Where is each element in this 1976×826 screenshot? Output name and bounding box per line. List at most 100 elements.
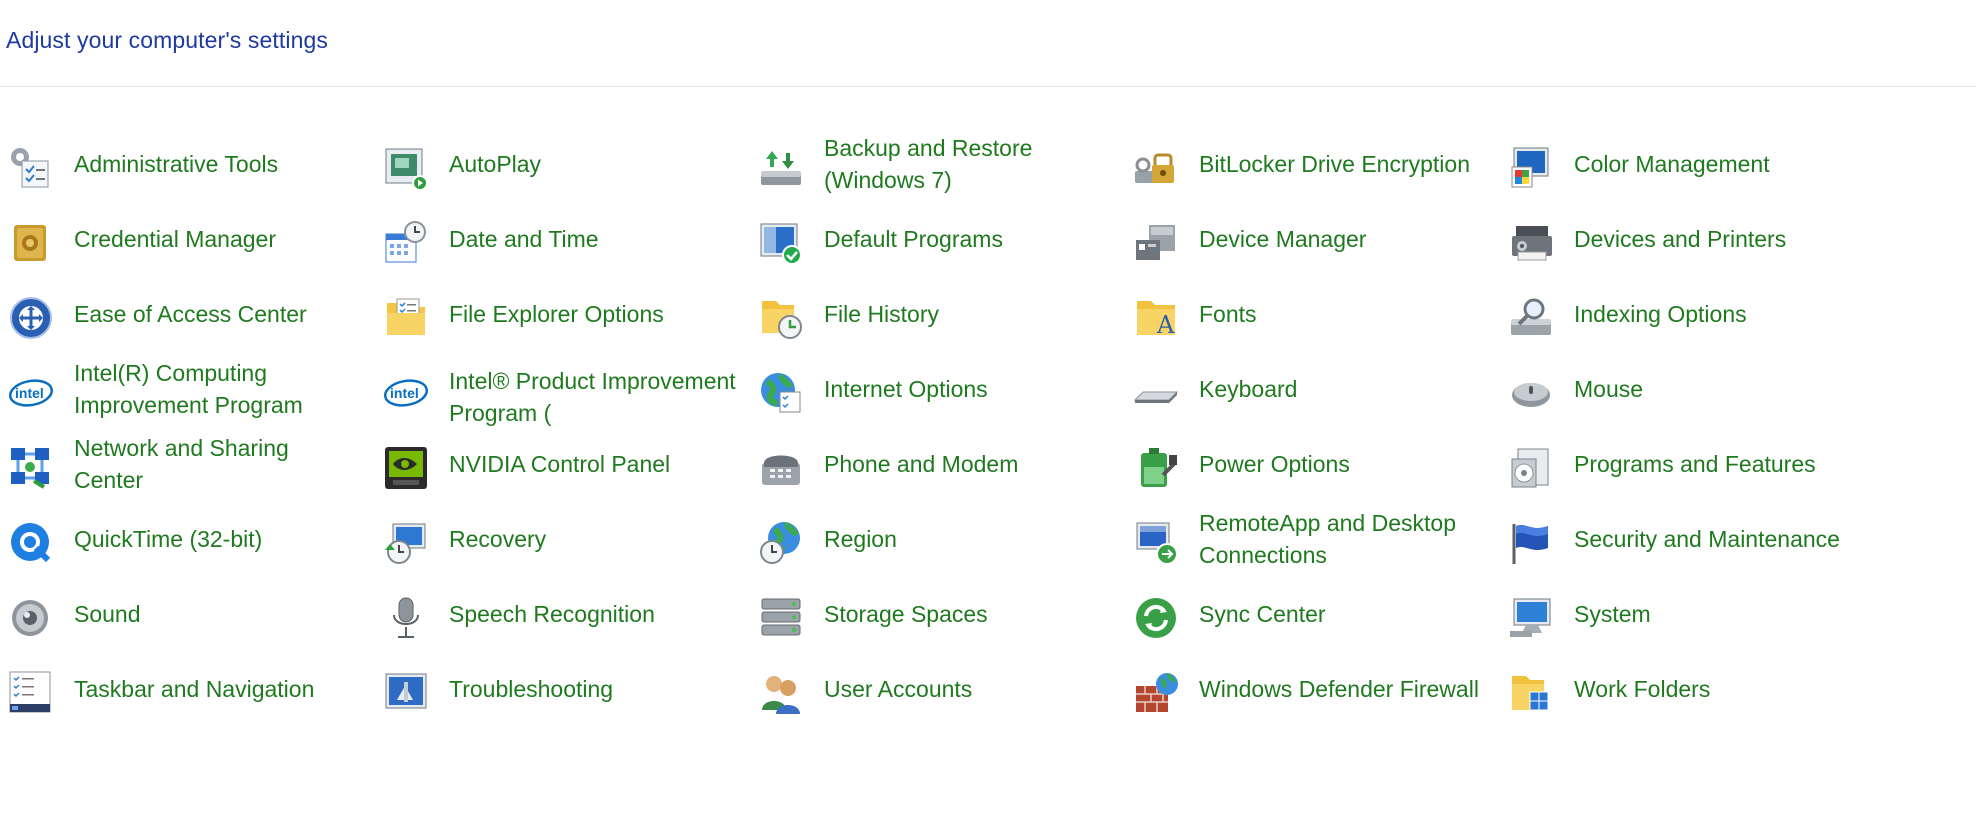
control-panel-item-security-and-maintenance[interactable]: Security and Maintenance	[1500, 501, 1860, 573]
control-panel-item-color-management[interactable]: Color Management	[1500, 126, 1860, 198]
control-panel-item-work-folders[interactable]: Work Folders	[1500, 651, 1860, 723]
intel-icon: intel	[381, 368, 431, 418]
control-panel-item-windows-defender-firewall[interactable]: Windows Defender Firewall	[1125, 651, 1485, 723]
control-panel-item-network-and-sharing-center[interactable]: Network and Sharing Center	[0, 426, 360, 498]
control-panel-item-device-manager[interactable]: Device Manager	[1125, 201, 1485, 273]
region-icon	[756, 518, 806, 568]
control-panel-item-label[interactable]: Administrative Tools	[74, 126, 364, 201]
control-panel-item-label[interactable]: Network and Sharing Center	[74, 426, 364, 501]
control-panel-item-taskbar-and-navigation[interactable]: Taskbar and Navigation	[0, 651, 360, 723]
control-panel-item-storage-spaces[interactable]: Storage Spaces	[750, 576, 1110, 648]
control-panel-item-label[interactable]: Credential Manager	[74, 201, 364, 276]
control-panel-item-phone-and-modem[interactable]: Phone and Modem	[750, 426, 1110, 498]
mouse-icon	[1506, 368, 1556, 418]
control-panel-item-label[interactable]: AutoPlay	[449, 126, 739, 201]
control-panel-item-file-history[interactable]: File History	[750, 276, 1110, 348]
control-panel-item-label[interactable]: Work Folders	[1574, 651, 1864, 726]
control-panel-item-label[interactable]: Taskbar and Navigation	[74, 651, 364, 726]
fonts-icon: A	[1131, 293, 1181, 343]
credential-manager-icon	[6, 218, 56, 268]
page-title: Adjust your computer's settings	[6, 27, 328, 53]
control-panel-item-mouse[interactable]: Mouse	[1500, 351, 1860, 423]
control-panel-item-label[interactable]: Sync Center	[1199, 576, 1489, 651]
control-panel-item-recovery[interactable]: Recovery	[375, 501, 735, 573]
control-panel-item-autoplay[interactable]: AutoPlay	[375, 126, 735, 198]
control-panel-item-label[interactable]: Programs and Features	[1574, 426, 1864, 501]
remoteapp-icon	[1131, 518, 1181, 568]
control-panel-item-quicktime-32-bit[interactable]: QuickTime (32-bit)	[0, 501, 360, 573]
control-panel-item-programs-and-features[interactable]: Programs and Features	[1500, 426, 1860, 498]
taskbar-navigation-icon	[6, 668, 56, 718]
date-time-icon	[381, 218, 431, 268]
control-panel-item-label[interactable]: Fonts	[1199, 276, 1489, 351]
control-panel-item-label[interactable]: Mouse	[1574, 351, 1864, 426]
control-panel-item-label[interactable]: Devices and Printers	[1574, 201, 1864, 276]
control-panel-item-label[interactable]: Color Management	[1574, 126, 1864, 201]
control-panel-item-label[interactable]: BitLocker Drive Encryption	[1199, 126, 1489, 201]
control-panel-item-label[interactable]: Internet Options	[824, 351, 1114, 426]
control-panel-item-intel-product-improvement-program[interactable]: intel Intel® Product Improvement Program …	[375, 351, 736, 426]
control-panel-item-label[interactable]: Indexing Options	[1574, 276, 1864, 351]
control-panel-item-label[interactable]: NVIDIA Control Panel	[449, 426, 739, 501]
control-panel-item-sync-center[interactable]: Sync Center	[1125, 576, 1485, 648]
control-panel-item-date-and-time[interactable]: Date and Time	[375, 201, 735, 273]
page-header: Adjust your computer's settings	[0, 0, 1976, 87]
control-panel-item-credential-manager[interactable]: Credential Manager	[0, 201, 360, 273]
indexing-options-icon	[1506, 293, 1556, 343]
control-panel-item-region[interactable]: Region	[750, 501, 1110, 573]
control-panel-item-label[interactable]: Power Options	[1199, 426, 1489, 501]
control-panel-item-label[interactable]: File Explorer Options	[449, 276, 739, 351]
control-panel-item-administrative-tools[interactable]: Administrative Tools	[0, 126, 360, 198]
control-panel-item-keyboard[interactable]: Keyboard	[1125, 351, 1485, 423]
control-panel-item-label[interactable]: Intel(R) Computing Improvement Program	[74, 351, 364, 426]
control-panel-item-label[interactable]: Backup and Restore (Windows 7)	[824, 126, 1114, 201]
control-panel-item-label[interactable]: Ease of Access Center	[74, 276, 364, 351]
control-panel-item-power-options[interactable]: Power Options	[1125, 426, 1485, 498]
control-panel-item-label[interactable]: Intel® Product Improvement Program (	[449, 351, 739, 426]
control-panel-item-devices-and-printers[interactable]: Devices and Printers	[1500, 201, 1860, 273]
control-panel-item-label[interactable]: QuickTime (32-bit)	[74, 501, 364, 576]
firewall-icon	[1131, 668, 1181, 718]
control-panel-item-label[interactable]: Date and Time	[449, 201, 739, 276]
control-panel-item-nvidia-control-panel[interactable]: NVIDIA Control Panel	[375, 426, 735, 498]
control-panel-item-remoteapp-and-desktop-connections[interactable]: RemoteApp and Desktop Connections	[1125, 501, 1485, 573]
file-explorer-options-icon	[381, 293, 431, 343]
control-panel-item-backup-and-restore-windows-7[interactable]: Backup and Restore (Windows 7)	[750, 126, 1110, 198]
control-panel-item-system[interactable]: System	[1500, 576, 1860, 648]
sync-center-icon	[1131, 593, 1181, 643]
control-panel-item-file-explorer-options[interactable]: File Explorer Options	[375, 276, 735, 348]
control-panel-item-label[interactable]: Sound	[74, 576, 364, 651]
user-accounts-icon	[756, 668, 806, 718]
control-panel-item-label[interactable]: Storage Spaces	[824, 576, 1114, 651]
control-panel-item-intel-r-computing-improvement-program[interactable]: intel Intel(R) Computing Improvement Prog…	[0, 351, 360, 423]
control-panel-item-label[interactable]: RemoteApp and Desktop Connections	[1199, 501, 1489, 576]
control-panel-item-label[interactable]: Keyboard	[1199, 351, 1489, 426]
internet-options-icon	[756, 368, 806, 418]
control-panel-item-default-programs[interactable]: Default Programs	[750, 201, 1110, 273]
control-panel-item-internet-options[interactable]: Internet Options	[750, 351, 1110, 423]
control-panel-item-label[interactable]: User Accounts	[824, 651, 1114, 726]
devices-printers-icon	[1506, 218, 1556, 268]
control-panel-item-bitlocker-drive-encryption[interactable]: BitLocker Drive Encryption	[1125, 126, 1485, 198]
control-panel-item-label[interactable]: Phone and Modem	[824, 426, 1114, 501]
work-folders-icon	[1506, 668, 1556, 718]
control-panel-item-ease-of-access-center[interactable]: Ease of Access Center	[0, 276, 360, 348]
control-panel-item-label[interactable]: Windows Defender Firewall	[1199, 651, 1489, 726]
control-panel-item-label[interactable]: File History	[824, 276, 1114, 351]
control-panel-item-label[interactable]: Security and Maintenance	[1574, 501, 1864, 576]
control-panel-item-sound[interactable]: Sound	[0, 576, 360, 648]
control-panel-item-troubleshooting[interactable]: Troubleshooting	[375, 651, 735, 723]
control-panel-item-label[interactable]: Region	[824, 501, 1114, 576]
control-panel-item-label[interactable]: Default Programs	[824, 201, 1114, 276]
control-panel-item-label[interactable]: Device Manager	[1199, 201, 1489, 276]
svg-text:intel: intel	[15, 385, 44, 401]
control-panel-item-speech-recognition[interactable]: Speech Recognition	[375, 576, 735, 648]
control-panel-item-indexing-options[interactable]: Indexing Options	[1500, 276, 1860, 348]
control-panel-item-label[interactable]: Recovery	[449, 501, 739, 576]
control-panel-item-fonts[interactable]: A Fonts	[1125, 276, 1485, 348]
backup-restore-icon	[756, 143, 806, 193]
control-panel-item-label[interactable]: Troubleshooting	[449, 651, 739, 726]
control-panel-item-user-accounts[interactable]: User Accounts	[750, 651, 1110, 723]
control-panel-item-label[interactable]: System	[1574, 576, 1864, 651]
control-panel-item-label[interactable]: Speech Recognition	[449, 576, 739, 651]
